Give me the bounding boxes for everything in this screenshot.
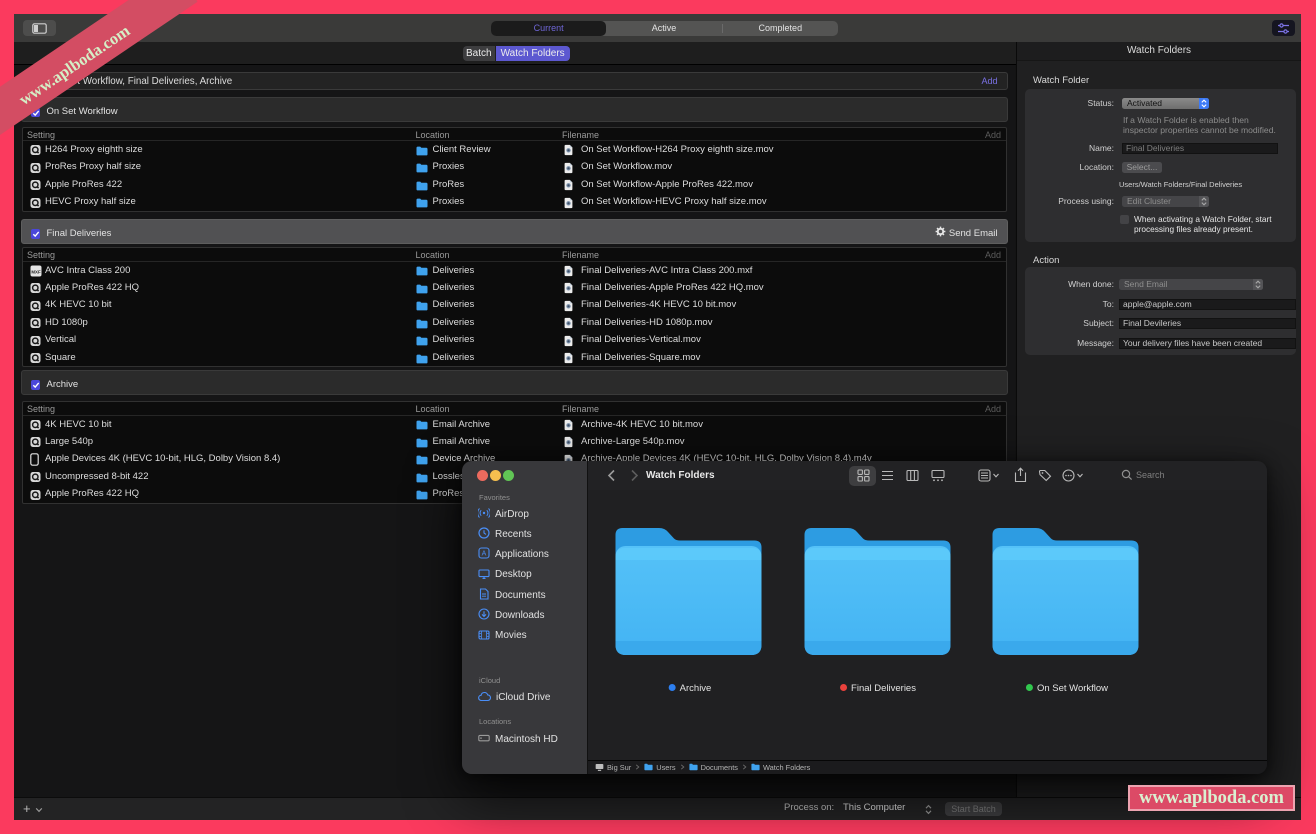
svg-text:MXF: MXF xyxy=(31,269,41,274)
svg-text:A: A xyxy=(482,551,487,558)
